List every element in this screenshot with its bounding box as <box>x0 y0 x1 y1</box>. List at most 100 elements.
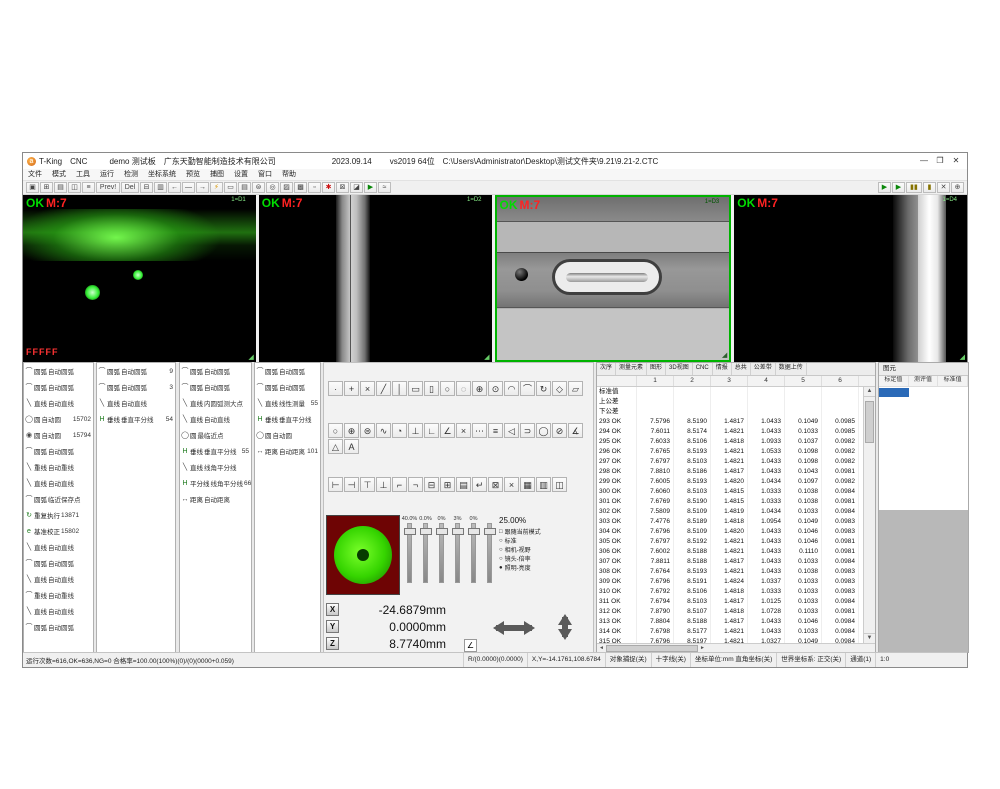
construct-tool-icon[interactable]: ⊣ <box>344 477 359 492</box>
list-item[interactable]: ⌒ 圆弧 自动圆弧 <box>255 363 320 379</box>
resize-grip-icon[interactable]: ◢ <box>722 351 727 359</box>
measure-tool-icon[interactable]: △ <box>328 439 343 454</box>
title-bar[interactable]: a T-King CNC demo 测试板 广东天勤智能制造技术有限公司 202… <box>23 153 967 169</box>
toolbar-button[interactable]: → <box>196 182 209 193</box>
light-slider[interactable]: 40.0% <box>403 516 416 583</box>
measure-tool-icon[interactable]: ◁ <box>504 423 519 438</box>
toolbar-button[interactable]: ◫ <box>68 182 81 193</box>
measure-tool-icon[interactable]: ∠ <box>440 423 455 438</box>
resize-grip-icon[interactable]: ◢ <box>484 353 489 361</box>
table-row[interactable]: 301 OK 7.6769 8.5190 1.4815 1.0333 0.103… <box>597 497 864 507</box>
table-row[interactable]: 308 OK 7.6764 8.5193 1.4821 1.0433 0.103… <box>597 567 864 577</box>
table-tab[interactable]: 次序 <box>597 363 616 375</box>
menu-item[interactable]: 窗口 <box>253 170 277 180</box>
list-item[interactable]: H 平分线 线角平分线 66 <box>180 475 251 491</box>
construct-tool-icon[interactable]: ▤ <box>456 477 471 492</box>
menu-item[interactable]: 模式 <box>47 170 71 180</box>
status-segment[interactable]: 对象捕捉(关) <box>605 653 651 667</box>
toolbar-button[interactable]: ▮ <box>923 182 936 193</box>
list-item[interactable]: ⌒ 圆弧 自动圆弧 9 <box>97 363 175 379</box>
table-row[interactable]: 303 OK 7.4776 8.5189 1.4818 1.0954 0.104… <box>597 517 864 527</box>
slider-track[interactable] <box>423 523 428 583</box>
measure-tool-icon[interactable]: ⊘ <box>552 423 567 438</box>
measure-tool-icon[interactable]: ⊜ <box>360 423 375 438</box>
construct-tool-icon[interactable]: ⊥ <box>376 477 391 492</box>
slider-track[interactable] <box>439 523 444 583</box>
list-item[interactable]: ⌒ 圆弧 临近保存点 <box>24 491 93 507</box>
status-segment[interactable]: 十字线(关) <box>651 653 690 667</box>
light-slider[interactable]: 0.0% <box>419 516 432 583</box>
table-tab[interactable]: CNC <box>693 363 713 375</box>
table-row[interactable]: 298 OK 7.8810 8.5186 1.4817 1.0433 0.104… <box>597 467 864 477</box>
status-segment[interactable]: 1:0 <box>875 653 893 667</box>
measure-tool-icon[interactable]: ↻ <box>536 381 551 396</box>
measure-tool-icon[interactable]: ○ <box>440 381 455 396</box>
list-item[interactable]: ⌒ 圆弧 自动圆弧 <box>24 443 93 459</box>
toolbar-button[interactable]: ▣ <box>26 182 39 193</box>
measure-tool-icon[interactable]: ⋯ <box>472 423 487 438</box>
table-row[interactable]: 312 OK 7.8790 8.5107 1.4818 1.0728 0.103… <box>597 607 864 617</box>
toolbar-button[interactable]: ✕ <box>937 182 950 193</box>
list-item[interactable]: ╲ 直线 自动直线 <box>24 571 93 587</box>
list-item[interactable]: H 垂线 垂直平分线 55 <box>180 443 251 459</box>
toolbar-button[interactable]: ⚡ <box>210 182 223 193</box>
table-row[interactable]: 315 OK 7.6796 8.5197 1.4821 1.0327 0.104… <box>597 637 864 643</box>
status-segment[interactable]: 通道(1) <box>845 653 875 667</box>
jog-x-arrows-icon[interactable] <box>486 621 542 635</box>
toolbar-button[interactable]: ◎ <box>266 182 279 193</box>
list-item[interactable]: ╲ 重线 自动重线 <box>24 459 93 475</box>
toolbar-button[interactable]: ⊟ <box>140 182 153 193</box>
list-item[interactable]: ╲ 直线 自动直线 <box>97 395 175 411</box>
scrollbar-thumb[interactable] <box>865 401 874 443</box>
toolbar-button[interactable]: ▭ <box>224 182 237 193</box>
measure-tool-icon[interactable]: ▯ <box>424 381 439 396</box>
light-mode-radio[interactable]: ○ 镜头-倍率 <box>499 554 593 563</box>
construct-tool-icon[interactable]: ⊠ <box>488 477 503 492</box>
menu-item[interactable]: 工具 <box>71 170 95 180</box>
table-row[interactable]: 293 OK 7.5796 8.5190 1.4817 1.0433 0.104… <box>597 417 864 427</box>
measure-tool-icon[interactable]: ▭ <box>408 381 423 396</box>
slider-thumb[interactable] <box>468 528 480 535</box>
measure-tool-icon[interactable]: ∡ <box>568 423 583 438</box>
toolbar-button[interactable]: ⊠ <box>336 182 349 193</box>
slider-track[interactable] <box>407 523 412 583</box>
measure-tool-icon[interactable]: ⊃ <box>520 423 535 438</box>
table-row[interactable]: 304 OK 7.6796 8.5109 1.4820 1.0433 0.104… <box>597 527 864 537</box>
measure-tool-icon[interactable]: ◠ <box>504 381 519 396</box>
list-item[interactable]: ⌒ 圆弧 自动圆弧 3 <box>97 379 175 395</box>
table-row[interactable]: 296 OK 7.6765 8.5193 1.4821 1.0533 0.109… <box>597 447 864 457</box>
camera-view-2[interactable]: OKM:7 1=D2 ◢ <box>259 195 492 362</box>
list-item[interactable]: ◉ 圆 自动圆 15794 <box>24 427 93 443</box>
table-vertical-scrollbar[interactable]: ▲ ▼ <box>863 387 875 643</box>
measure-tool-icon[interactable]: ▱ <box>568 381 583 396</box>
list-item[interactable]: ╲ 直线 自动直线 <box>24 603 93 619</box>
measure-tool-icon[interactable]: ⊕ <box>472 381 487 396</box>
list-item[interactable]: ╲ 直线 自动直线 <box>24 539 93 555</box>
light-mode-radio[interactable]: ● 照明-亮度 <box>499 563 593 572</box>
construct-tool-icon[interactable]: ◫ <box>552 477 567 492</box>
table-row[interactable]: 313 OK 7.8804 8.5188 1.4817 1.0433 0.104… <box>597 617 864 627</box>
table-row[interactable]: 标准值 <box>597 387 864 397</box>
selected-cell-highlight[interactable] <box>879 388 909 397</box>
table-tab[interactable]: 情报 <box>713 363 732 375</box>
construct-tool-icon[interactable]: ⊟ <box>424 477 439 492</box>
list-item[interactable]: ╲ 直线 自动直线 <box>24 395 93 411</box>
measure-tool-icon[interactable]: + <box>344 381 359 396</box>
measure-tool-icon[interactable]: ∟ <box>424 423 439 438</box>
toolbar-button[interactable]: ▥ <box>154 182 167 193</box>
measure-tool-icon[interactable]: × <box>456 423 471 438</box>
slider-track[interactable] <box>471 523 476 583</box>
axis-chip[interactable]: X <box>326 603 339 616</box>
list-item[interactable]: ⌒ 圆弧 自动圆弧 <box>180 363 251 379</box>
table-tab[interactable]: 测量元素 <box>616 363 647 375</box>
tolerance-panel-tab[interactable]: 图元 <box>879 363 968 376</box>
slider-thumb[interactable] <box>484 528 496 535</box>
construct-tool-icon[interactable]: ⊤ <box>360 477 375 492</box>
construct-tool-icon[interactable]: ↵ <box>472 477 487 492</box>
status-segment[interactable]: 世界坐标系: 正交(关) <box>776 653 845 667</box>
jog-y-arrows-icon[interactable] <box>558 607 572 647</box>
table-row[interactable]: 上公差 <box>597 397 864 407</box>
list-item[interactable]: ╲ 直线 自动直线 <box>24 475 93 491</box>
measure-tool-icon[interactable]: ⊥ <box>408 423 423 438</box>
light-ring-display[interactable] <box>326 515 400 595</box>
